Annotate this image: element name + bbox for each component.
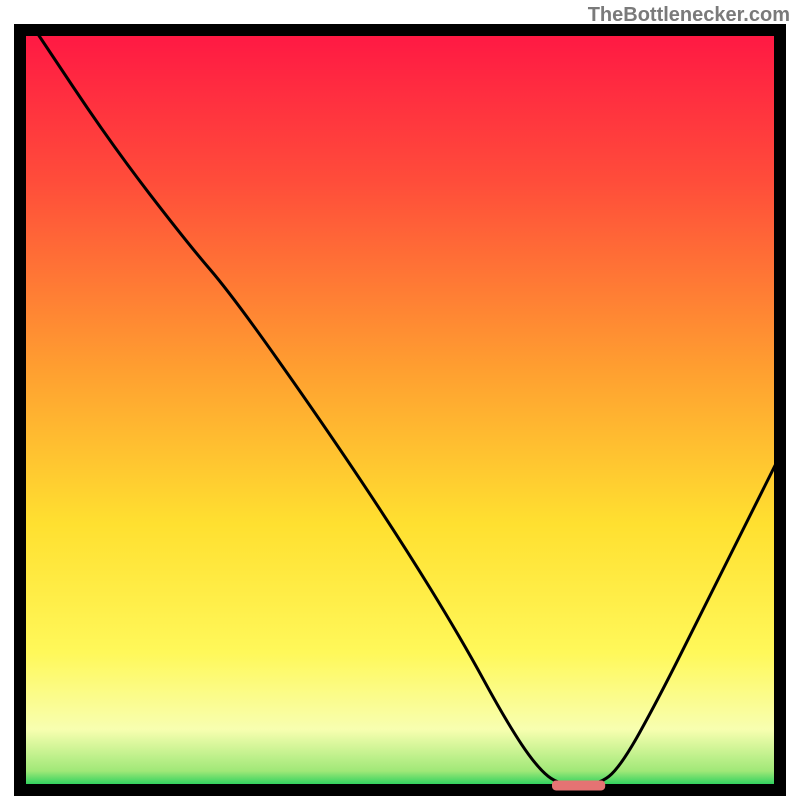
plot-background xyxy=(20,30,780,790)
chart-container: TheBottlenecker.com xyxy=(0,0,800,800)
chart-svg xyxy=(0,0,800,800)
optimal-range-marker xyxy=(552,780,605,790)
attribution-text: TheBottlenecker.com xyxy=(588,4,790,27)
